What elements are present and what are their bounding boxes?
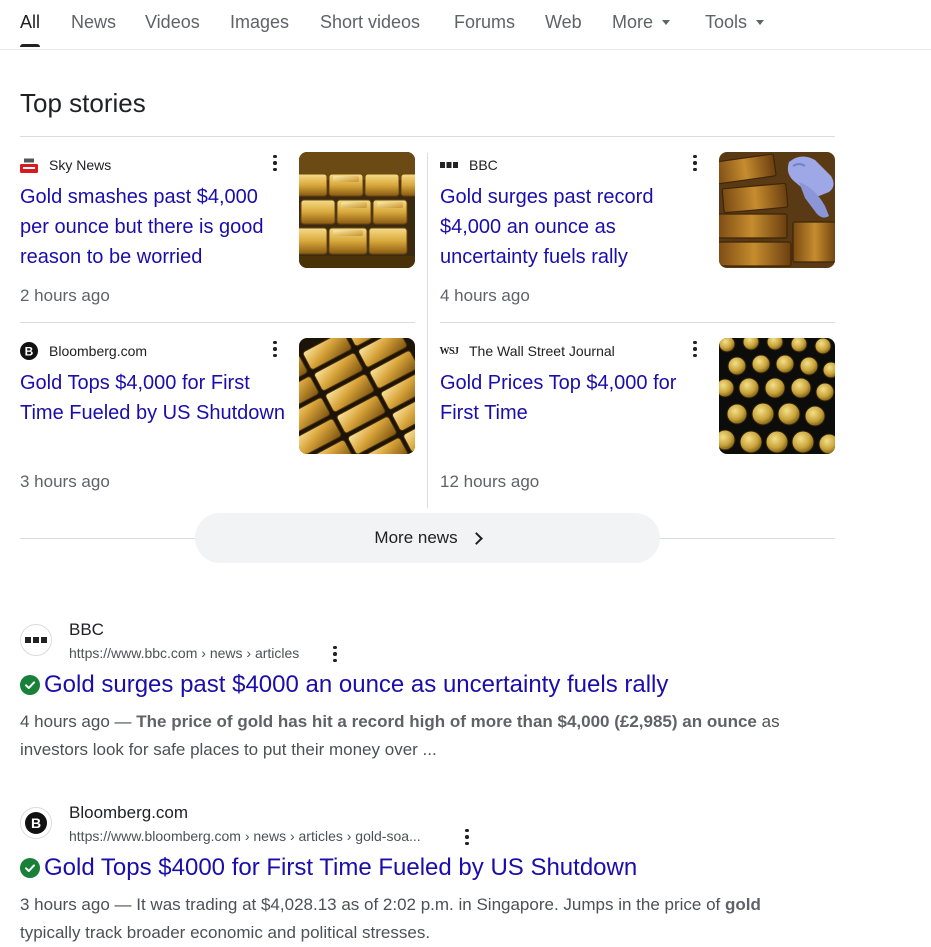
bbc-logo (440, 156, 458, 174)
svg-text:B: B (25, 345, 34, 359)
bbc-favicon (20, 624, 52, 656)
more-options-icon[interactable] (268, 340, 282, 358)
more-options-icon[interactable] (460, 828, 474, 846)
news-thumbnail[interactable] (719, 152, 835, 268)
tab-all[interactable]: All (20, 12, 41, 47)
tools-label: Tools (705, 12, 748, 32)
news-headline[interactable]: Gold smashes past $4,000 per ounce but t… (20, 182, 290, 272)
tab-images[interactable]: Images (230, 12, 289, 33)
sky-news-logo (20, 156, 38, 174)
news-source: Sky News (20, 156, 111, 174)
news-source: WSJ The Wall Street Journal (439, 342, 615, 360)
bloomberg-favicon: B (20, 807, 52, 839)
snippet-highlight: gold (724, 895, 761, 914)
result-date: 3 hours ago (20, 895, 110, 914)
news-time: 12 hours ago (440, 472, 540, 491)
verified-check-icon (20, 675, 40, 695)
tab-videos[interactable]: Videos (145, 12, 200, 33)
more-options-icon[interactable] (688, 340, 702, 358)
caret-down-icon (662, 19, 671, 25)
result-title: Gold Tops $4000 for First Time Fueled by… (44, 854, 638, 881)
search-tabs: All News Videos Images Short videos Foru… (0, 0, 931, 50)
result-url[interactable]: https://www.bloomberg.com › news › artic… (69, 828, 421, 844)
tab-more[interactable]: More (612, 12, 671, 33)
top-stories-heading: Top stories (20, 88, 146, 118)
more-options-icon[interactable] (268, 154, 282, 172)
divider (20, 136, 835, 137)
more-news-button[interactable]: More news (195, 513, 660, 563)
result-dash: — (109, 712, 137, 731)
news-source: BBC (440, 156, 498, 174)
result-title: Gold surges past $4000 an ounce as uncer… (44, 671, 669, 698)
wsj-logo: WSJ (439, 345, 459, 357)
news-thumbnail[interactable] (719, 338, 835, 454)
news-source-name: Bloomberg.com (49, 343, 148, 359)
result-url[interactable]: https://www.bbc.com › news › articles (69, 645, 299, 661)
tools-button[interactable]: Tools (705, 12, 765, 33)
more-options-icon[interactable] (328, 645, 342, 663)
divider (20, 322, 415, 323)
news-card[interactable]: B Bloomberg.com Gold Tops $4,000 for Fir… (20, 338, 415, 508)
news-headline[interactable]: Gold surges past record $4,000 an ounce … (440, 182, 710, 272)
snippet-text: It was trading at $4,028.13 as of 2:02 p… (136, 895, 725, 914)
more-options-icon[interactable] (688, 154, 702, 172)
result-snippet: 4 hours ago — The price of gold has hit … (20, 708, 820, 764)
news-headline[interactable]: Gold Tops $4,000 for First Time Fueled b… (20, 368, 290, 428)
news-time: 3 hours ago (20, 472, 110, 491)
snippet-highlight: The price of gold has hit a record high … (136, 712, 757, 731)
tab-more-label: More (612, 12, 654, 32)
news-time: 2 hours ago (20, 286, 110, 305)
caret-down-icon (756, 19, 765, 25)
news-headline[interactable]: Gold Prices Top $4,000 for First Time (440, 368, 710, 428)
result-date: 4 hours ago (20, 712, 110, 731)
news-source-name: The Wall Street Journal (469, 343, 615, 359)
search-result: B Bloomberg.com https://www.bloomberg.co… (20, 803, 840, 943)
news-card[interactable]: Sky News Gold smashes past $4,000 per ou… (20, 152, 415, 322)
news-source-name: Sky News (49, 157, 112, 173)
tab-short-videos[interactable]: Short videos (320, 12, 420, 33)
divider (440, 322, 835, 323)
news-card[interactable]: BBC Gold surges past record $4,000 an ou… (440, 152, 835, 322)
tab-news[interactable]: News (71, 12, 116, 33)
result-site-name: Bloomberg.com (69, 803, 189, 822)
verified-check-icon (20, 858, 40, 878)
news-card[interactable]: WSJ The Wall Street Journal Gold Prices … (439, 338, 835, 508)
search-result: BBC https://www.bbc.com › news › article… (20, 620, 840, 770)
result-title-link[interactable]: Gold Tops $4000 for First Time Fueled by… (20, 854, 637, 882)
news-thumbnail[interactable] (299, 152, 415, 268)
news-thumbnail[interactable] (299, 338, 415, 454)
svg-text:B: B (31, 815, 41, 831)
result-site-name: BBC (69, 620, 104, 639)
result-dash: — (109, 895, 137, 914)
tab-web[interactable]: Web (545, 12, 582, 33)
news-source-name: BBC (469, 157, 498, 173)
news-source: B Bloomberg.com (20, 342, 147, 360)
tab-forums[interactable]: Forums (454, 12, 515, 33)
bloomberg-logo: B (20, 342, 38, 360)
divider (427, 153, 428, 508)
snippet-text: typically track broader economic and pol… (20, 923, 431, 942)
news-time: 4 hours ago (440, 286, 530, 305)
more-news-label: More news (374, 528, 458, 547)
chevron-right-icon (469, 531, 483, 545)
result-title-link[interactable]: Gold surges past $4000 an ounce as uncer… (20, 671, 668, 699)
